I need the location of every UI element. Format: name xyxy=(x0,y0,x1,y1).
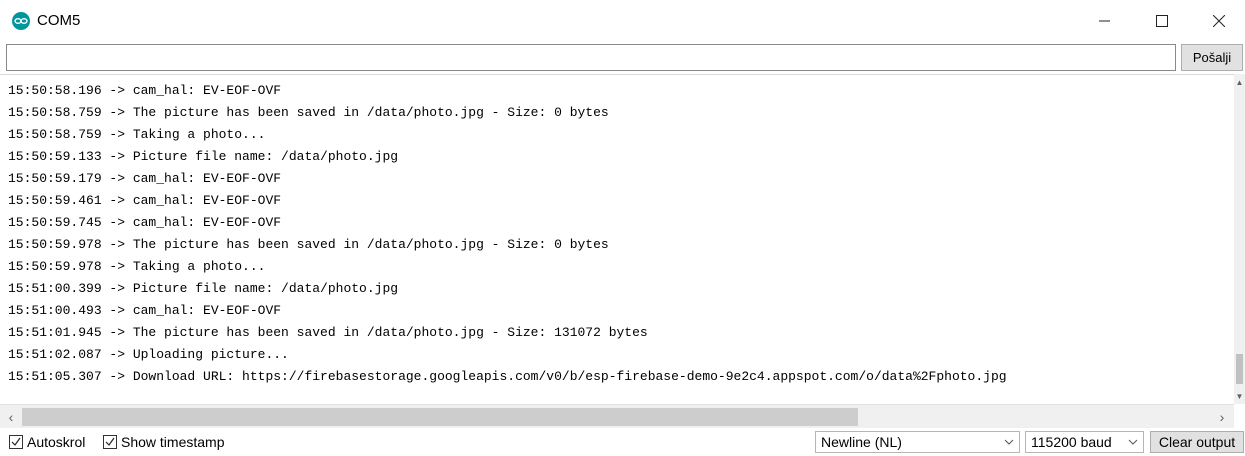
autoscroll-checkbox[interactable] xyxy=(9,435,23,449)
horizontal-scrollbar[interactable]: ‹ › xyxy=(0,404,1234,429)
log-line: 15:50:59.133 -> Picture file name: /data… xyxy=(8,149,399,164)
vertical-scroll-thumb[interactable] xyxy=(1236,354,1243,384)
log-line: 15:50:59.179 -> cam_hal: EV-EOF-OVF xyxy=(8,171,282,186)
serial-output[interactable]: 15:50:58.196 -> cam_hal: EV-EOF-OVF 15:50… xyxy=(0,74,1234,405)
vertical-scrollbar[interactable]: ▲ ▼ xyxy=(1234,74,1245,404)
log-line: 15:50:58.196 -> cam_hal: EV-EOF-OVF xyxy=(8,83,282,98)
title-bar: COM5 xyxy=(0,0,1245,42)
chevron-down-icon xyxy=(1128,439,1138,445)
scroll-up-icon[interactable]: ▲ xyxy=(1234,78,1245,88)
send-input[interactable] xyxy=(6,44,1176,71)
line-ending-value: Newline (NL) xyxy=(821,434,902,450)
baud-rate-value: 115200 baud xyxy=(1031,434,1112,450)
clear-output-button[interactable]: Clear output xyxy=(1150,431,1244,453)
log-line: 15:51:01.945 -> The picture has been sav… xyxy=(8,325,648,340)
log-line: 15:50:59.745 -> cam_hal: EV-EOF-OVF xyxy=(8,215,282,230)
scroll-right-icon[interactable]: › xyxy=(1214,407,1230,427)
baud-rate-select[interactable]: 115200 baud xyxy=(1025,431,1144,453)
arduino-logo-icon xyxy=(12,12,30,30)
maximize-button[interactable] xyxy=(1139,0,1185,42)
log-line: 15:50:58.759 -> Taking a photo... xyxy=(8,127,266,142)
show-timestamp-label: Show timestamp xyxy=(121,434,225,450)
log-line: 15:50:59.978 -> Taking a photo... xyxy=(8,259,266,274)
send-row: Pošalji xyxy=(0,44,1245,74)
scroll-left-icon[interactable]: ‹ xyxy=(3,407,19,427)
log-line: 15:50:59.461 -> cam_hal: EV-EOF-OVF xyxy=(8,193,282,208)
window-title: COM5 xyxy=(37,12,81,29)
maximize-icon xyxy=(1156,15,1168,27)
line-ending-select[interactable]: Newline (NL) xyxy=(815,431,1020,453)
send-button[interactable]: Pošalji xyxy=(1181,44,1243,71)
horizontal-scroll-thumb[interactable] xyxy=(22,408,858,426)
scroll-down-icon[interactable]: ▼ xyxy=(1234,392,1245,402)
checkmark-icon xyxy=(105,437,115,446)
footer-bar: Autoskrol Show timestamp Newline (NL) 11… xyxy=(0,428,1245,456)
close-icon xyxy=(1213,15,1225,27)
log-line: 15:50:58.759 -> The picture has been sav… xyxy=(8,105,609,120)
log-line: 15:51:00.399 -> Picture file name: /data… xyxy=(8,281,399,296)
chevron-down-icon xyxy=(1004,439,1014,445)
log-line: 15:51:05.307 -> Download URL: https://fi… xyxy=(8,369,1007,384)
minimize-icon xyxy=(1099,20,1110,22)
checkmark-icon xyxy=(11,437,21,446)
log-line: 15:51:00.493 -> cam_hal: EV-EOF-OVF xyxy=(8,303,282,318)
log-lines: 15:50:58.196 -> cam_hal: EV-EOF-OVF 15:50… xyxy=(8,80,1007,388)
log-line: 15:50:59.978 -> The picture has been sav… xyxy=(8,237,609,252)
log-line: 15:51:02.087 -> Uploading picture... xyxy=(8,347,289,362)
close-button[interactable] xyxy=(1196,0,1242,42)
minimize-button[interactable] xyxy=(1082,0,1128,42)
autoscroll-label: Autoskrol xyxy=(27,434,86,450)
show-timestamp-checkbox[interactable] xyxy=(103,435,117,449)
